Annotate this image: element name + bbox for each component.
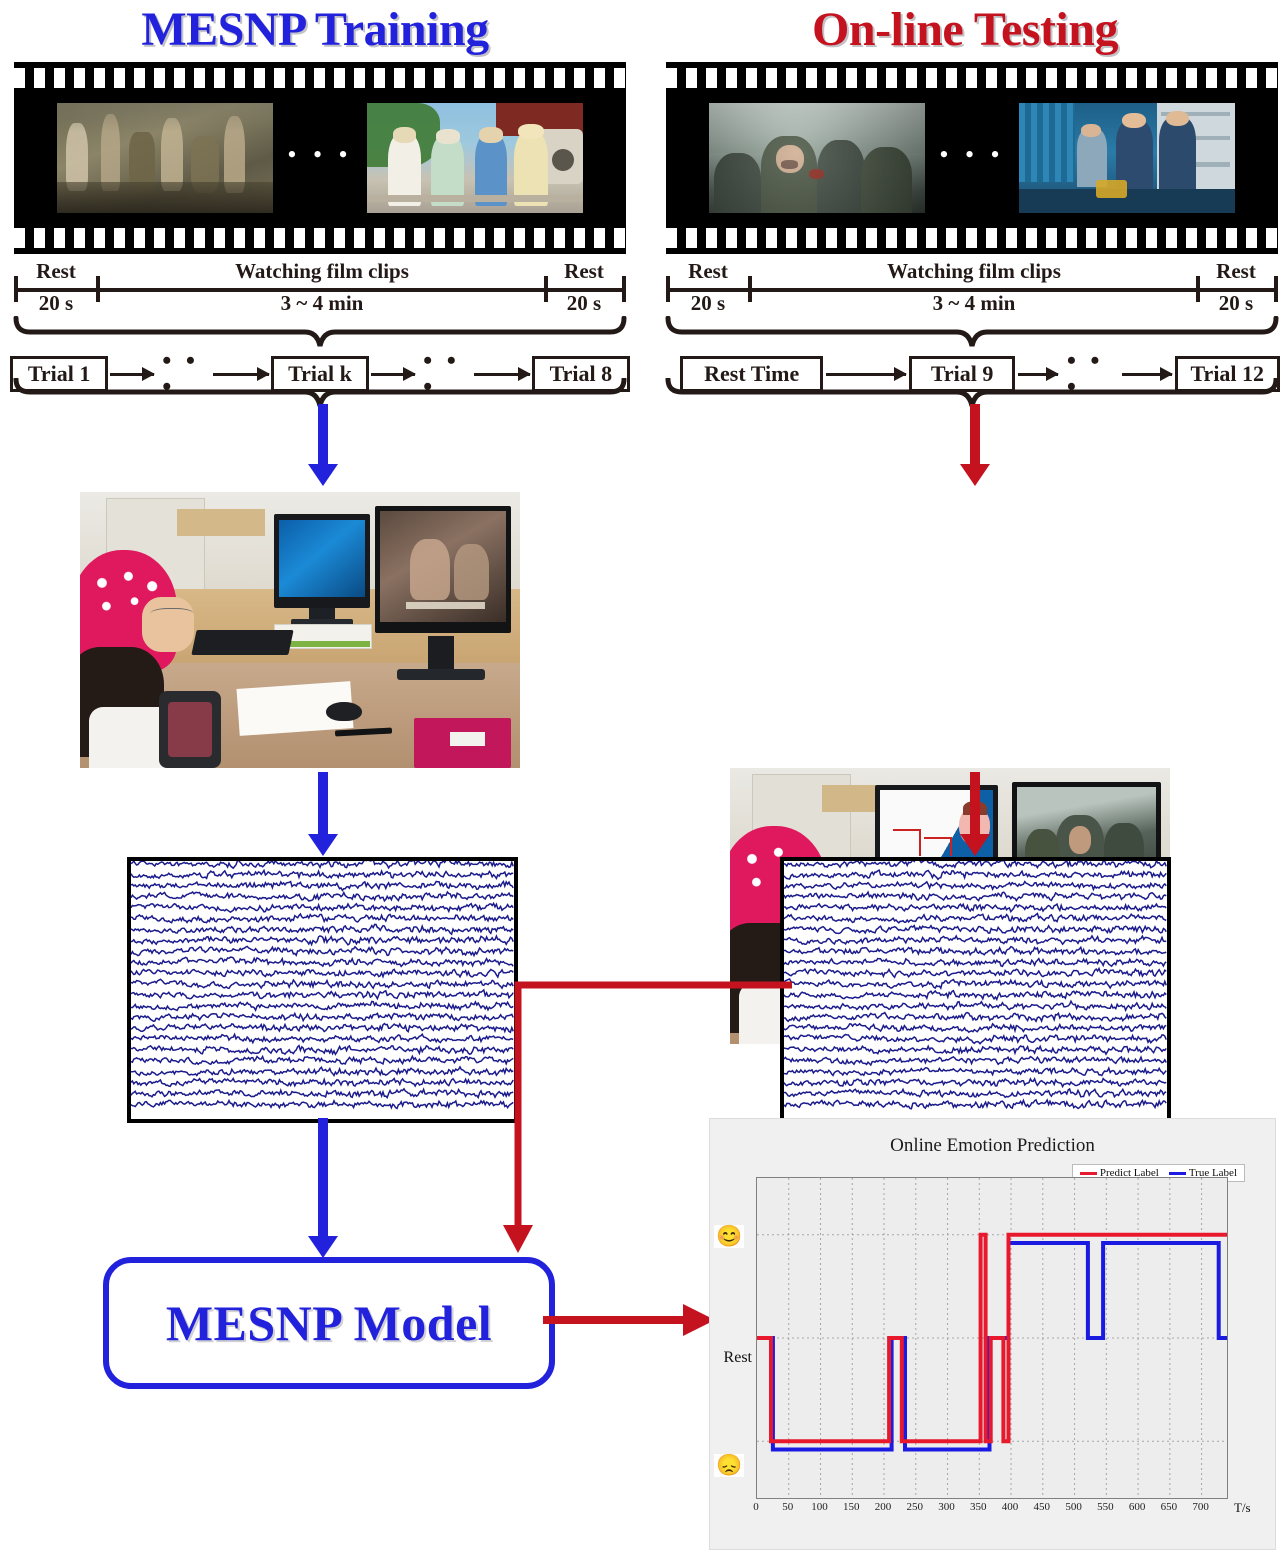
- chart-x-tick: 550: [1097, 1501, 1114, 1513]
- film-perforations-bottom: [14, 228, 626, 248]
- trial-arrow-3: [1121, 366, 1173, 381]
- right-film-strip: • • •: [666, 62, 1278, 254]
- film-frame-1: [709, 103, 926, 213]
- mesnp-model-label: MESNP Model: [165, 1295, 493, 1351]
- left-brace-upper: [13, 316, 627, 347]
- chart-plot-area: [756, 1177, 1228, 1499]
- left-experiment-photo: [80, 492, 520, 768]
- chart-x-tick: 0: [753, 1501, 759, 1513]
- watching-label: Watching film clips: [887, 259, 1061, 283]
- y-label-happy-icon: 😊: [714, 1224, 745, 1248]
- trial-arrow-1: [110, 366, 156, 381]
- rest-right-label: Rest: [564, 259, 604, 283]
- left-eeg-signal-box: [127, 857, 518, 1123]
- rest-left-label: Rest: [688, 259, 728, 283]
- left-panel-title: MESNP Training: [141, 3, 489, 56]
- chart-x-tick: 700: [1192, 1501, 1209, 1513]
- chart-x-tick: 500: [1065, 1501, 1082, 1513]
- arrow-model-to-chart: [543, 1304, 715, 1336]
- arrow-left-photo-to-eeg: [303, 772, 343, 856]
- right-film-ellipsis: • • •: [939, 140, 1005, 169]
- right-panel-title: On-line Testing: [812, 3, 1118, 56]
- chart-x-tick: 300: [938, 1501, 955, 1513]
- rest-left-label: Rest: [36, 259, 76, 283]
- eeg-traces: [784, 861, 1167, 1110]
- film-perforations-top: [666, 68, 1278, 88]
- chart-x-tick: 150: [843, 1501, 860, 1513]
- right-timeline: Rest 20 s Watching film clips 3 ~ 4 min …: [666, 259, 1278, 322]
- chart-x-tick: 450: [1033, 1501, 1051, 1513]
- chart-x-tick: 600: [1128, 1501, 1146, 1513]
- eeg-traces: [131, 861, 514, 1110]
- trial-arrow-4: [473, 366, 531, 381]
- left-film-strip: • • •: [14, 62, 626, 254]
- right-brace-upper: [665, 316, 1279, 347]
- right-eeg-signal-box: [780, 857, 1171, 1123]
- y-label-rest: Rest: [723, 1349, 752, 1366]
- watching-value: 3 ~ 4 min: [932, 291, 1016, 315]
- film-perforations-top: [14, 68, 626, 88]
- mesnp-model-box[interactable]: MESNP Model: [103, 1257, 555, 1389]
- chart-x-axis-title: T/s: [1234, 1500, 1251, 1515]
- online-prediction-chart-panel: Online Emotion Prediction Predict Label …: [709, 1118, 1276, 1550]
- arrow-left-eeg-to-model: [303, 1118, 343, 1258]
- chart-svg: [757, 1178, 1227, 1498]
- film-frame-2: [1018, 103, 1235, 213]
- trial-arrow-2: [1017, 366, 1059, 381]
- chart-x-tick: 100: [811, 1501, 828, 1513]
- film-frame-2: [366, 103, 583, 213]
- trial-arrow-1: [826, 366, 908, 381]
- rest-right-label: Rest: [1216, 259, 1256, 283]
- trial-arrow-2: [212, 366, 270, 381]
- film-frame-1: [57, 103, 274, 213]
- trial-arrow-3: [371, 366, 417, 381]
- chart-x-tick: 650: [1160, 1501, 1178, 1513]
- film-perforations-bottom: [666, 228, 1278, 248]
- arrow-right-protocol-to-photo: [955, 404, 995, 486]
- rest-right-value: 20 s: [1218, 291, 1254, 315]
- rest-right-value: 20 s: [566, 291, 602, 315]
- rest-left-value: 20 s: [690, 291, 726, 315]
- arrow-right-photo-to-eeg: [955, 772, 995, 856]
- chart-x-tick: 350: [970, 1501, 987, 1513]
- chart-x-tick: 250: [906, 1501, 924, 1513]
- watching-label: Watching film clips: [235, 259, 409, 283]
- legend-swatch-predict: [1079, 1171, 1097, 1175]
- watching-value: 3 ~ 4 min: [280, 291, 364, 315]
- chart-title: Online Emotion Prediction: [890, 1135, 1095, 1156]
- chart-x-tick: 200: [874, 1501, 892, 1513]
- left-timeline: Rest 20 s Watching film clips 3 ~ 4 min …: [14, 259, 626, 322]
- left-film-ellipsis: • • •: [287, 140, 353, 169]
- legend-swatch-true: [1168, 1171, 1186, 1175]
- chart-x-tick: 400: [1001, 1501, 1019, 1513]
- chart-x-tick: 50: [782, 1501, 794, 1513]
- arrow-left-protocol-to-photo: [303, 404, 343, 486]
- rest-left-value: 20 s: [38, 291, 74, 315]
- y-label-sad-icon: 😞: [714, 1453, 745, 1477]
